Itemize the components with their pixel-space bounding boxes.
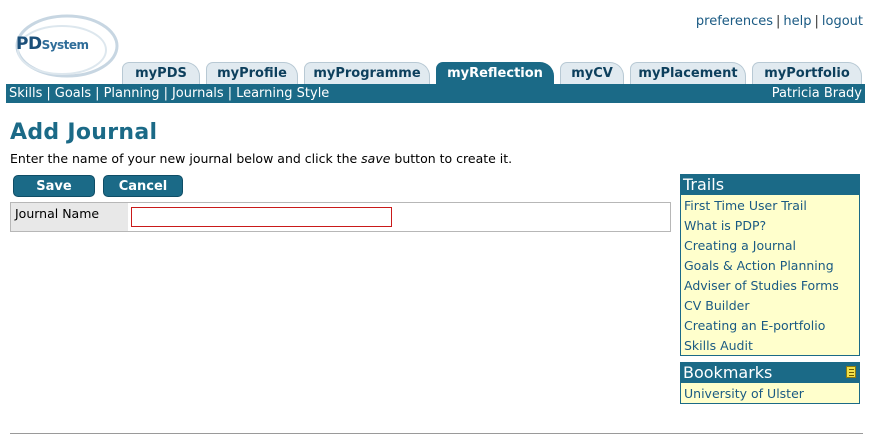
footer-divider xyxy=(10,433,863,434)
intro-before: Enter the name of your new journal below… xyxy=(10,151,362,166)
subnav-separator: | xyxy=(46,86,51,101)
trail-goals-action-planning[interactable]: Goals & Action Planning xyxy=(684,257,856,277)
trail-what-is-pdp[interactable]: What is PDP? xyxy=(684,217,856,237)
bookmark-university-of-ulster[interactable]: University of Ulster xyxy=(684,385,856,405)
save-button[interactable]: Save xyxy=(13,175,95,197)
trail-cv-builder[interactable]: CV Builder xyxy=(684,297,856,317)
trail-skills-audit[interactable]: Skills Audit xyxy=(684,337,856,357)
bookmarks-list: University of Ulster xyxy=(681,383,859,407)
subnav-skills[interactable]: Skills xyxy=(9,86,42,101)
bookmarks-panel: Bookmarks University of Ulster xyxy=(680,362,860,404)
bookmarks-heading: Bookmarks xyxy=(683,363,773,382)
logout-link[interactable]: logout xyxy=(822,14,863,29)
trail-adviser-forms[interactable]: Adviser of Studies Forms xyxy=(684,277,856,297)
subnav-planning[interactable]: Planning xyxy=(104,86,160,101)
intro-after: button to create it. xyxy=(390,151,513,166)
tab-myprogramme[interactable]: myProgramme xyxy=(304,62,430,84)
top-links: preferences | help | logout xyxy=(696,14,863,29)
trails-list: First Time User Trail What is PDP? Creat… xyxy=(681,195,859,359)
intro-text: Enter the name of your new journal below… xyxy=(10,151,512,166)
bookmarks-header: Bookmarks xyxy=(681,363,859,383)
trail-first-time-user[interactable]: First Time User Trail xyxy=(684,197,856,217)
link-separator: | xyxy=(776,14,781,29)
subnav-journals[interactable]: Journals xyxy=(172,86,224,101)
journal-name-row: Journal Name xyxy=(10,202,671,232)
trail-creating-journal[interactable]: Creating a Journal xyxy=(684,237,856,257)
trails-heading: Trails xyxy=(681,175,859,195)
logo-text: PDSystem xyxy=(16,34,89,54)
user-name: Patricia Brady xyxy=(771,86,862,101)
journal-name-label: Journal Name xyxy=(11,203,128,231)
tab-myprofile[interactable]: myProfile xyxy=(206,62,298,84)
page-title: Add Journal xyxy=(10,120,158,145)
tab-myreflection[interactable]: myReflection xyxy=(436,62,554,84)
subnav-separator: | xyxy=(227,86,233,101)
tab-mycv[interactable]: myCV xyxy=(560,62,624,84)
add-bookmark-icon[interactable] xyxy=(846,366,856,378)
tab-myportfolio[interactable]: myPortfolio xyxy=(752,62,862,84)
intro-emphasis: save xyxy=(361,151,391,166)
tab-myplacement[interactable]: myPlacement xyxy=(630,62,746,84)
tab-mypds[interactable]: myPDS xyxy=(122,62,200,84)
logo-main: PD xyxy=(16,34,42,54)
subnav-separator: | xyxy=(163,86,168,101)
logo-sub: System xyxy=(41,38,90,52)
help-link[interactable]: help xyxy=(783,14,811,29)
subnav-goals[interactable]: Goals xyxy=(55,86,91,101)
preferences-link[interactable]: preferences xyxy=(696,14,773,29)
link-separator: | xyxy=(814,14,819,29)
trails-panel: Trails First Time User Trail What is PDP… xyxy=(680,174,860,356)
cancel-button[interactable]: Cancel xyxy=(103,175,183,197)
subnav-separator: | xyxy=(95,86,100,101)
trail-creating-eportfolio[interactable]: Creating an E-portfolio xyxy=(684,317,856,337)
sub-navigation: Skills | Goals | Planning | Journals | Learning … xyxy=(6,84,865,103)
subnav-learning-style[interactable]: Learning Style xyxy=(236,86,329,101)
journal-name-input[interactable] xyxy=(131,207,392,227)
pds-logo: PDSystem xyxy=(12,10,122,82)
